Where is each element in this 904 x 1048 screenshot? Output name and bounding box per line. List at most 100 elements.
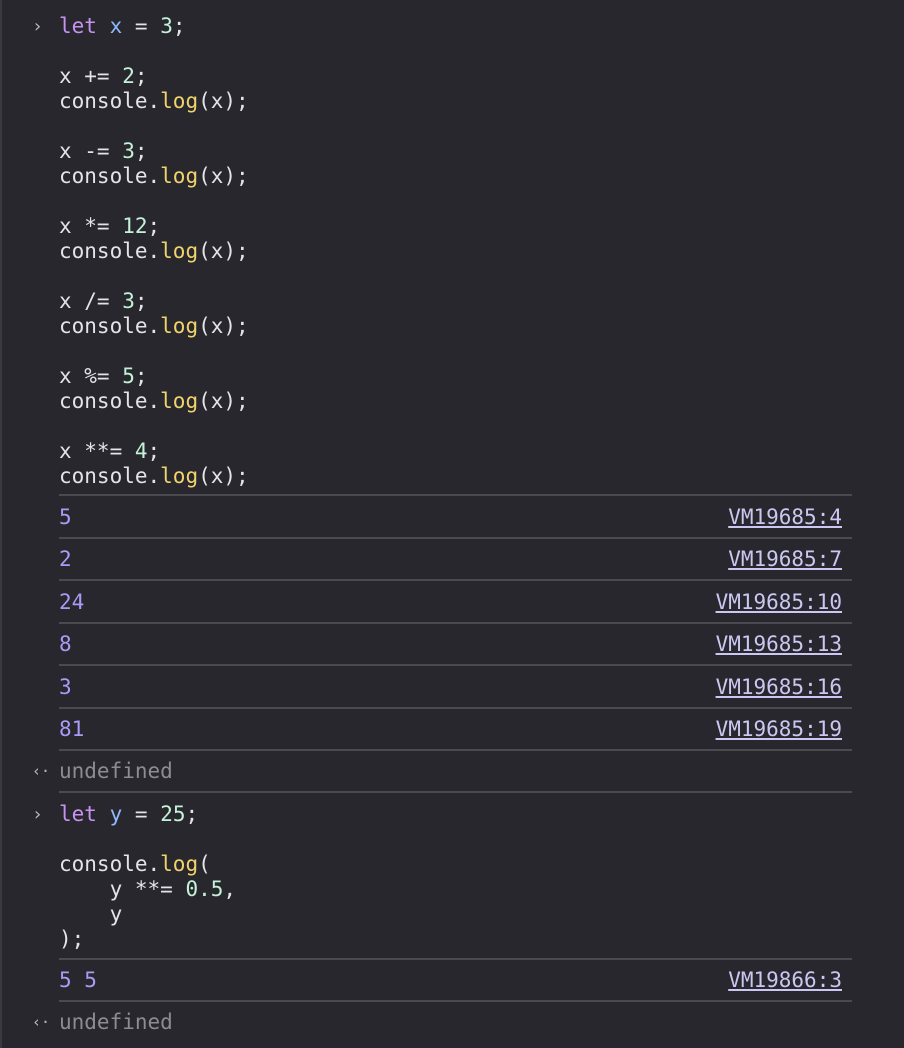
source-link[interactable]: VM19685:13 bbox=[716, 632, 842, 657]
code-text: ); bbox=[59, 927, 85, 951]
row-divider bbox=[59, 707, 852, 709]
operator: = bbox=[122, 802, 161, 826]
punct: ; bbox=[147, 214, 161, 238]
function: log bbox=[160, 164, 199, 188]
code-line: y **= 0.5, bbox=[59, 877, 236, 902]
object: console. bbox=[59, 89, 161, 113]
punct: , bbox=[223, 877, 237, 901]
object: console. bbox=[59, 314, 161, 338]
code-text: x %= bbox=[59, 364, 123, 388]
punct: ; bbox=[147, 439, 161, 463]
object: console. bbox=[59, 852, 161, 876]
code-line: console.log(x); bbox=[59, 164, 249, 189]
function: log bbox=[160, 389, 199, 413]
function: log bbox=[160, 89, 199, 113]
return-value: undefined bbox=[59, 759, 173, 783]
function: log bbox=[160, 314, 199, 338]
source-link[interactable]: VM19685:4 bbox=[728, 505, 842, 530]
source-link[interactable]: VM19866:3 bbox=[728, 968, 842, 993]
number: 3 bbox=[122, 289, 135, 313]
row-divider bbox=[59, 958, 852, 960]
code-line: console.log(x); bbox=[59, 89, 249, 114]
log-value: 3 bbox=[59, 675, 72, 699]
log-value: 2 bbox=[59, 547, 72, 571]
object: console. bbox=[59, 239, 161, 263]
code-line: x += 2; bbox=[59, 64, 148, 89]
code-text: x *= bbox=[59, 214, 123, 238]
punct: ; bbox=[134, 139, 148, 163]
code-line: console.log(x); bbox=[59, 464, 249, 489]
operator: = bbox=[122, 14, 161, 38]
row-divider bbox=[59, 494, 852, 496]
row-divider bbox=[59, 664, 852, 666]
return-value: undefined bbox=[59, 1010, 173, 1034]
code-text: x **= bbox=[59, 439, 135, 463]
code-line: console.log(x); bbox=[59, 314, 249, 339]
number: 12 bbox=[122, 214, 148, 238]
keyword: let bbox=[59, 14, 97, 38]
punct: ; bbox=[134, 64, 148, 88]
args: (x); bbox=[198, 314, 249, 338]
code-text: x += bbox=[59, 64, 123, 88]
log-value: 8 bbox=[59, 632, 72, 656]
code-line: x -= 3; bbox=[59, 139, 148, 164]
number: 3 bbox=[160, 14, 173, 38]
source-link[interactable]: VM19685:7 bbox=[728, 547, 842, 572]
input-prompt-icon: › bbox=[32, 16, 43, 37]
function: log bbox=[160, 464, 199, 488]
code-line: console.log(x); bbox=[59, 239, 249, 264]
code-text: x -= bbox=[59, 139, 123, 163]
object: console. bbox=[59, 164, 161, 188]
punct: ; bbox=[172, 14, 186, 38]
object: console. bbox=[59, 389, 161, 413]
row-divider bbox=[59, 622, 852, 624]
code-line: let x = 3; bbox=[59, 14, 186, 39]
code-line: console.log( bbox=[59, 852, 211, 877]
source-link[interactable]: VM19685:19 bbox=[716, 717, 842, 742]
log-value: 24 bbox=[59, 590, 85, 614]
log-value: 5 5 bbox=[59, 968, 97, 992]
number: 2 bbox=[122, 64, 135, 88]
keyword: let bbox=[59, 802, 97, 826]
args: ( bbox=[198, 852, 211, 876]
number: 0.5 bbox=[185, 877, 224, 901]
code-line: let y = 25; bbox=[59, 802, 198, 827]
code-line: y bbox=[59, 902, 123, 927]
code-line: x %= 5; bbox=[59, 364, 148, 389]
return-arrow-icon: ‹· bbox=[32, 1013, 51, 1031]
args: (x); bbox=[198, 239, 249, 263]
punct: ; bbox=[185, 802, 199, 826]
punct: ; bbox=[134, 289, 148, 313]
code-line: x *= 12; bbox=[59, 214, 160, 239]
args: (x); bbox=[198, 389, 249, 413]
number: 3 bbox=[122, 139, 135, 163]
row-divider bbox=[59, 579, 852, 581]
input-prompt-icon: › bbox=[32, 804, 43, 825]
code-line: x **= 4; bbox=[59, 439, 160, 464]
variable: y bbox=[109, 802, 123, 826]
punct: ; bbox=[134, 364, 148, 388]
number: 4 bbox=[134, 439, 148, 463]
code-line: console.log(x); bbox=[59, 389, 249, 414]
row-divider bbox=[59, 791, 852, 793]
devtools-console: › let x = 3; x += 2; console.log(x); x -… bbox=[0, 0, 904, 1048]
code-text: x /= bbox=[59, 289, 123, 313]
code-line: x /= 3; bbox=[59, 289, 148, 314]
args: (x); bbox=[198, 464, 249, 488]
log-value: 5 bbox=[59, 505, 72, 529]
code-text: y bbox=[59, 902, 123, 926]
source-link[interactable]: VM19685:16 bbox=[716, 675, 842, 700]
number: 5 bbox=[122, 364, 135, 388]
variable: x bbox=[109, 14, 123, 38]
row-divider bbox=[59, 749, 852, 751]
function: log bbox=[160, 852, 199, 876]
log-value: 81 bbox=[59, 717, 85, 741]
args: (x); bbox=[198, 164, 249, 188]
number: 25 bbox=[160, 802, 186, 826]
return-arrow-icon: ‹· bbox=[32, 762, 51, 780]
source-link[interactable]: VM19685:10 bbox=[716, 590, 842, 615]
code-line: ); bbox=[59, 927, 84, 952]
row-divider bbox=[59, 1000, 852, 1002]
object: console. bbox=[59, 464, 161, 488]
row-divider bbox=[59, 537, 852, 539]
